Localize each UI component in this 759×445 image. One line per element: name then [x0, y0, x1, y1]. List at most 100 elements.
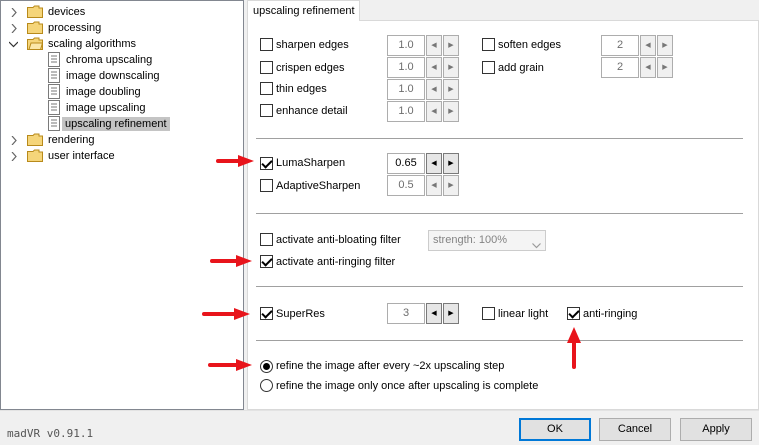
linear-light-label[interactable]: linear light	[498, 308, 548, 321]
add-grain-decrement[interactable]: ◀	[640, 57, 656, 78]
sharpen-edges-checkbox[interactable]	[260, 38, 273, 51]
tree-item-processing[interactable]: processing	[1, 20, 241, 36]
chevron-right-icon[interactable]	[10, 8, 19, 17]
thin-edges-value[interactable]: 1.0	[387, 79, 425, 100]
add-grain-increment[interactable]: ▶	[657, 57, 673, 78]
superres-value[interactable]: 3	[387, 303, 425, 324]
add-grain-value[interactable]: 2	[601, 57, 639, 78]
adaptivesharpen-checkbox[interactable]	[260, 179, 273, 192]
linear-light-checkbox[interactable]	[482, 307, 495, 320]
superres-anti-ringing-label[interactable]: anti-ringing	[583, 308, 637, 321]
tree-item-upscaling-refinement[interactable]: upscaling refinement	[1, 116, 241, 132]
anti-bloating-strength-select[interactable]: strength: 100%	[428, 230, 546, 251]
thin-edges-checkbox[interactable]	[260, 82, 273, 95]
tree-item-label: image upscaling	[66, 102, 146, 114]
enhance-detail-label[interactable]: enhance detail	[276, 105, 348, 118]
page-icon	[48, 68, 60, 83]
adaptivesharpen-decrement[interactable]: ◀	[426, 175, 442, 196]
superres-label[interactable]: SuperRes	[276, 308, 325, 321]
chevron-right-icon[interactable]	[10, 152, 19, 161]
settings-tree[interactable]: devices processing scaling algorithms ch…	[0, 0, 244, 410]
version-label: madVR v0.91.1	[7, 427, 94, 440]
chevron-right-icon[interactable]	[10, 24, 19, 33]
superres-decrement[interactable]: ◀	[426, 303, 442, 324]
lumasharpen-label[interactable]: LumaSharpen	[276, 157, 345, 170]
superres-checkbox[interactable]	[260, 307, 273, 320]
cancel-button[interactable]: Cancel	[599, 418, 671, 441]
lumasharpen-decrement[interactable]: ◀	[426, 153, 442, 174]
anti-ringing-filter-checkbox[interactable]	[260, 255, 273, 268]
ok-button[interactable]: OK	[519, 418, 591, 441]
thin-edges-increment[interactable]: ▶	[443, 79, 459, 100]
enhance-detail-checkbox[interactable]	[260, 104, 273, 117]
annotation-arrow-icon	[202, 308, 250, 320]
crispen-edges-label[interactable]: crispen edges	[276, 62, 345, 75]
separator	[256, 138, 743, 139]
tree-item-label: processing	[48, 22, 102, 34]
tab-page-upscaling-refinement	[247, 20, 759, 410]
tree-item-chroma-upscaling[interactable]: chroma upscaling	[1, 52, 241, 68]
enhance-detail-value[interactable]: 1.0	[387, 101, 425, 122]
tree-item-user-interface[interactable]: user interface	[1, 148, 241, 164]
adaptivesharpen-label[interactable]: AdaptiveSharpen	[276, 180, 360, 193]
tree-item-label: upscaling refinement	[62, 117, 170, 131]
add-grain-label[interactable]: add grain	[498, 62, 544, 75]
tree-item-rendering[interactable]: rendering	[1, 132, 241, 148]
sharpen-edges-decrement[interactable]: ◀	[426, 35, 442, 56]
tree-item-image-upscaling[interactable]: image upscaling	[1, 100, 241, 116]
page-icon	[48, 52, 60, 67]
tree-item-label: image downscaling	[66, 70, 160, 82]
annotation-arrow-up-icon	[567, 327, 581, 369]
folder-open-icon	[27, 37, 44, 50]
lumasharpen-increment[interactable]: ▶	[443, 153, 459, 174]
adaptivesharpen-increment[interactable]: ▶	[443, 175, 459, 196]
soften-edges-value[interactable]: 2	[601, 35, 639, 56]
chevron-down-icon[interactable]	[9, 40, 18, 49]
adaptivesharpen-value[interactable]: 0.5	[387, 175, 425, 196]
soften-edges-increment[interactable]: ▶	[657, 35, 673, 56]
refine-every-step-radio[interactable]	[260, 360, 273, 373]
lumasharpen-checkbox[interactable]	[260, 157, 273, 170]
separator	[256, 213, 743, 214]
lumasharpen-value[interactable]: 0.65	[387, 153, 425, 174]
crispen-edges-decrement[interactable]: ◀	[426, 57, 442, 78]
thin-edges-label[interactable]: thin edges	[276, 83, 327, 96]
annotation-arrow-icon	[208, 359, 252, 371]
soften-edges-decrement[interactable]: ◀	[640, 35, 656, 56]
anti-bloating-label[interactable]: activate anti-bloating filter	[276, 234, 401, 247]
chevron-right-icon[interactable]	[10, 136, 19, 145]
tree-item-devices[interactable]: devices	[1, 4, 241, 20]
tree-item-image-doubling[interactable]: image doubling	[1, 84, 241, 100]
tab-upscaling-refinement[interactable]: upscaling refinement	[247, 0, 360, 21]
soften-edges-checkbox[interactable]	[482, 38, 495, 51]
sharpen-edges-increment[interactable]: ▶	[443, 35, 459, 56]
refine-once-radio[interactable]	[260, 379, 273, 392]
page-icon	[48, 116, 60, 131]
folder-icon	[27, 149, 43, 162]
apply-button[interactable]: Apply	[680, 418, 752, 441]
tree-item-scaling-algorithms[interactable]: scaling algorithms	[1, 36, 241, 52]
separator	[256, 286, 743, 287]
sharpen-edges-value[interactable]: 1.0	[387, 35, 425, 56]
superres-increment[interactable]: ▶	[443, 303, 459, 324]
enhance-detail-decrement[interactable]: ◀	[426, 101, 442, 122]
thin-edges-decrement[interactable]: ◀	[426, 79, 442, 100]
page-icon	[48, 84, 60, 99]
anti-bloating-checkbox[interactable]	[260, 233, 273, 246]
anti-ringing-filter-label[interactable]: activate anti-ringing filter	[276, 256, 395, 269]
refine-every-step-label[interactable]: refine the image after every ~2x upscali…	[276, 360, 504, 373]
crispen-edges-increment[interactable]: ▶	[443, 57, 459, 78]
separator	[256, 340, 743, 341]
add-grain-checkbox[interactable]	[482, 61, 495, 74]
crispen-edges-checkbox[interactable]	[260, 61, 273, 74]
annotation-arrow-icon	[210, 255, 252, 267]
superres-anti-ringing-checkbox[interactable]	[567, 307, 580, 320]
tree-item-label: user interface	[48, 150, 115, 162]
refine-once-label[interactable]: refine the image only once after upscali…	[276, 380, 538, 393]
sharpen-edges-label[interactable]: sharpen edges	[276, 39, 349, 52]
tree-item-image-downscaling[interactable]: image downscaling	[1, 68, 241, 84]
soften-edges-label[interactable]: soften edges	[498, 39, 561, 52]
crispen-edges-value[interactable]: 1.0	[387, 57, 425, 78]
enhance-detail-increment[interactable]: ▶	[443, 101, 459, 122]
tree-item-label: devices	[48, 6, 86, 18]
